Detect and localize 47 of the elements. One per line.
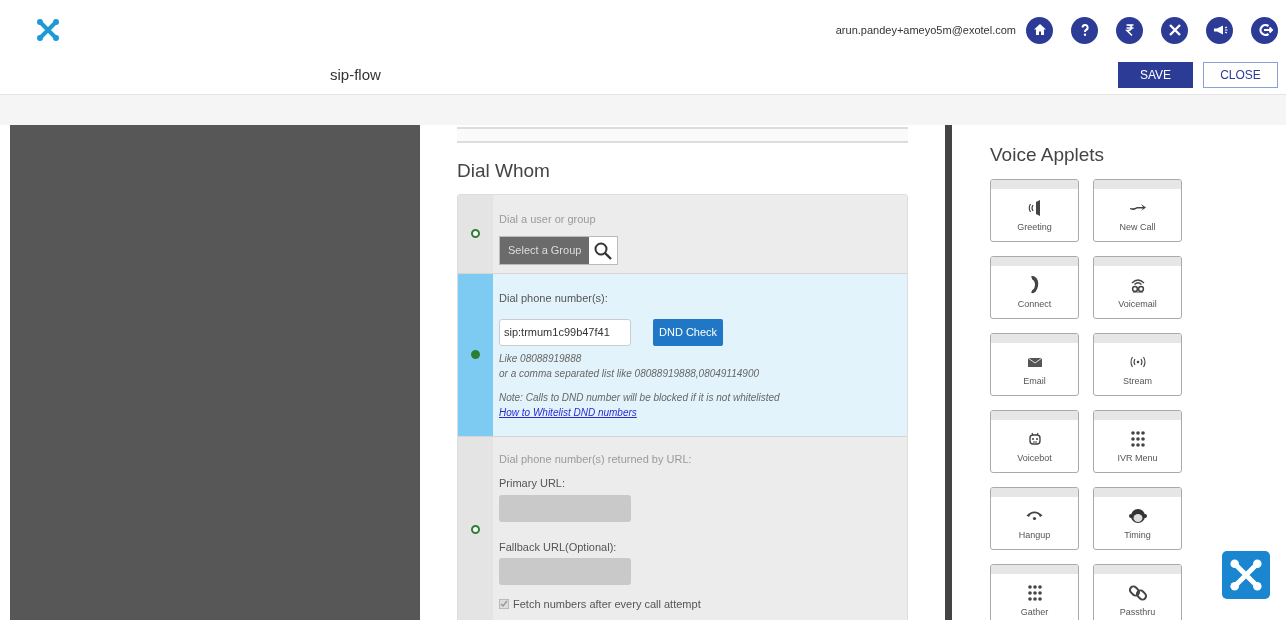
applet-tile[interactable]: Gather [990,563,1079,620]
radio-button[interactable] [471,525,480,534]
option-heading: Dial phone number(s) returned by URL: [499,451,692,467]
checkbox-label: Fetch numbers after every call attempt [513,597,701,612]
field-label: Primary URL: [499,476,565,491]
section-title: Dial Whom [457,159,551,183]
applet-tile[interactable]: Voicebot [990,409,1079,473]
option-heading: Dial a user or group [499,211,596,227]
note-text: Note: Calls to DND number will be blocked if it is not whitelisted [499,390,780,405]
logo-button[interactable] [1222,551,1270,599]
megaphone-icon[interactable] [1206,16,1233,44]
home-icon[interactable] [1026,16,1053,44]
applet-tile[interactable]: Voicemail [1093,255,1182,319]
applet-tile[interactable]: Email [990,332,1079,396]
hangup-icon [1026,510,1043,521]
field-label: Fallback URL(Optional): [499,539,617,555]
number-field[interactable]: sip:trmum1c99b47f41 [499,318,631,346]
dnd-check-button[interactable]: DND Check [653,318,724,346]
fallback-url-field[interactable] [499,558,631,585]
applet-tile[interactable]: Greeting [990,178,1079,242]
applet-tile[interactable]: Passthru [1093,563,1182,620]
applet-tile[interactable]: IVR Menu [1093,409,1182,473]
option-heading: Dial phone number(s): [499,291,608,306]
checkbox[interactable] [499,599,509,610]
phone-icon [1029,275,1040,294]
primary-url-field[interactable] [499,494,631,522]
save-button[interactable]: SAVE [1118,62,1193,88]
radio-button[interactable] [471,350,480,360]
user-email: arun.pandey+ameyo5m@exotel.com [835,22,1016,38]
flow-name: sip-flow [330,64,381,85]
applet-tile[interactable]: Stream [1093,332,1182,396]
hint-text: Like 08088919888 [499,351,582,366]
close-button[interactable]: CLOSE [1203,62,1278,88]
applet-tile[interactable]: New Call [1093,178,1182,242]
applet-tile[interactable]: Timing [1093,486,1182,550]
panel-title: Voice Applets [990,143,1106,167]
whitelist-link[interactable]: How to Whitelist DND numbers [499,404,637,420]
applet-tile[interactable]: Hangup [990,486,1079,550]
select-group-button[interactable]: Select a Group [500,237,590,264]
radio-button[interactable] [471,229,480,239]
arrow-icon [1128,203,1147,212]
rupee-icon[interactable] [1116,16,1143,44]
applet-tile[interactable]: Connect [990,255,1079,319]
help-icon[interactable] [1071,16,1098,44]
hint-text: or a comma separated list like 08088919888,08049114900 [499,366,759,381]
logout-icon[interactable] [1251,16,1278,44]
logo-icon [36,18,60,42]
